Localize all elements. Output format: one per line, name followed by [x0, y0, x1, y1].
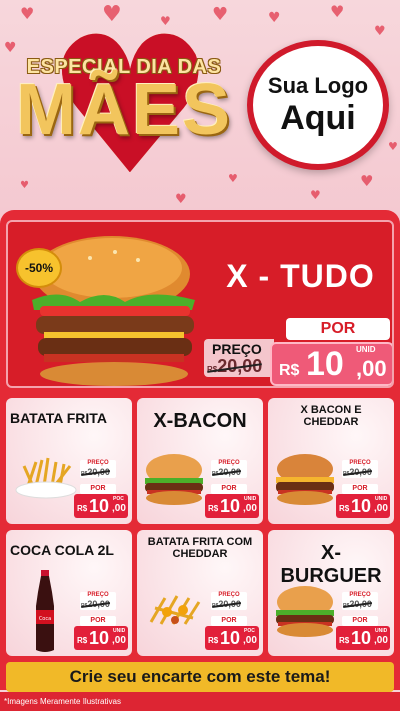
product-price: R$ 10 UNID ,00 — [74, 626, 128, 650]
currency: R$ — [339, 636, 350, 645]
price-decimal: ,00 — [243, 503, 257, 514]
product-price: R$ 10 UNID ,00 — [336, 626, 390, 650]
price-decimal: ,00 — [356, 356, 387, 381]
product-price: R$ 10 UNID ,00 — [205, 494, 259, 518]
price-integer: 10 — [220, 496, 241, 516]
currency: R$ — [208, 636, 219, 645]
price-integer: 10 — [351, 496, 372, 516]
old-price-label: PREÇO — [349, 460, 371, 466]
old-price: R$20,00 — [81, 599, 110, 609]
unit-label: POC — [113, 496, 124, 502]
price-integer: 10 — [351, 628, 372, 648]
old-price-box: PREÇO R$20,00 — [342, 460, 378, 478]
cta-banner: Crie seu encarte com este tema! — [6, 662, 394, 692]
price-integer: 10 — [89, 628, 110, 648]
unit-label: UNID — [244, 496, 257, 502]
product-image — [141, 452, 207, 511]
product-name: BATATA FRITA — [10, 410, 107, 426]
old-price: R$20,00 — [81, 467, 110, 477]
footer-disclaimer: *Imagens Meramente Ilustrativas — [0, 692, 400, 711]
product-image — [143, 588, 207, 637]
unit-label: POC — [244, 628, 255, 634]
old-price-box: PREÇO R$20,00 — [80, 460, 116, 478]
discount-badge: -50% — [16, 248, 62, 288]
featured-price: R$ 10 UNID ,00 — [270, 342, 392, 386]
price-decimal: ,00 — [112, 635, 126, 646]
product-card: X-BURGUER PREÇO R$20,00 POR R$ 10 UNID ,00 — [268, 530, 394, 656]
por-label: POR — [211, 484, 247, 494]
product-name: X BACON E CHEDDAR — [300, 404, 362, 428]
logo-placeholder: Sua Logo Aqui — [247, 40, 389, 170]
old-price-box: PREÇO R$20,00 — [211, 460, 247, 478]
price-integer: 10 — [306, 345, 344, 383]
product-name: COCA COLA 2L — [10, 542, 114, 558]
unit-label: UNID — [375, 496, 388, 502]
old-price-label: PREÇO — [349, 592, 371, 598]
old-price-label: PREÇO — [212, 341, 262, 357]
old-price-box: PREÇO R$20,00 — [80, 592, 116, 610]
por-label: POR — [80, 616, 116, 626]
product-card: BATATA FRITA COM CHEDDAR PREÇO R$20,00 POR R… — [137, 530, 263, 656]
price-integer: 10 — [89, 496, 110, 516]
currency: R$ — [339, 504, 350, 513]
old-price: R$20,00 — [212, 599, 241, 609]
product-image: Coca — [30, 570, 60, 656]
product-price: R$ 10 POC ,00 — [205, 626, 259, 650]
product-name: X-BURGUER — [280, 542, 382, 587]
por-label: POR — [342, 616, 378, 626]
product-name: BATATA FRITA COM CHEDDAR — [147, 536, 253, 560]
product-price: R$ 10 UNID ,00 — [336, 494, 390, 518]
product-card: X-BACON PREÇO R$20,00 POR R$ 10 UNID ,00 — [137, 398, 263, 524]
svg-text:Coca: Coca — [39, 616, 51, 622]
unit-label: UNID — [375, 628, 388, 634]
title-main: MÃES — [15, 70, 233, 150]
product-card: COCA COLA 2L Coca PREÇO R$20,00 POR R$ 10 UNID,… — [6, 530, 132, 656]
por-label: POR — [286, 318, 390, 340]
currency: R$ — [77, 504, 88, 513]
featured-name: X - TUDO — [226, 258, 375, 294]
old-price-label: PREÇO — [218, 460, 240, 466]
price-decimal: ,00 — [374, 503, 388, 514]
old-price-box: PREÇO R$20,00 — [211, 592, 247, 610]
old-price-label: PREÇO — [87, 592, 109, 598]
product-image — [272, 584, 338, 643]
unit-label: UNID — [113, 628, 126, 634]
logo-line2: Aqui — [280, 99, 356, 137]
price-integer: 10 — [220, 628, 241, 648]
currency: R$ — [208, 504, 219, 513]
price-decimal: ,00 — [374, 635, 388, 646]
product-image — [272, 452, 338, 511]
product-image — [12, 456, 82, 507]
old-price-box: PREÇO R$20,00 — [342, 592, 378, 610]
old-price: R$20,00 — [212, 467, 241, 477]
product-name: X-BACON — [153, 410, 247, 432]
unit-label: UNID — [356, 345, 376, 354]
por-label: POR — [342, 484, 378, 494]
logo-line1: Sua Logo — [267, 73, 369, 98]
old-price: R$20,00 — [343, 467, 372, 477]
old-price-label: PREÇO — [87, 460, 109, 466]
currency: R$ — [279, 362, 300, 379]
featured-offer: -50% X - TUDO PREÇO R$20,00 POR R$ 10 UN… — [6, 220, 394, 388]
por-label: POR — [80, 484, 116, 494]
product-price: R$ 10 POC ,00 — [74, 494, 128, 518]
por-label: POR — [211, 616, 247, 626]
price-decimal: ,00 — [112, 503, 126, 514]
currency: R$ — [77, 636, 88, 645]
product-card: BATATA FRITA PREÇO R$20,00 POR R$ 10 POC ,00 — [6, 398, 132, 524]
header: ♥ ESPECIAL DIA DAS MÃES Sua Logo Aqui — [0, 0, 400, 212]
old-price-box: PREÇO R$20,00 — [204, 339, 274, 377]
old-price: R$20,00 — [343, 599, 372, 609]
price-decimal: ,00 — [243, 635, 257, 646]
old-price-label: PREÇO — [218, 592, 240, 598]
product-card: X BACON E CHEDDAR PREÇO R$20,00 POR R$ 10 UNID… — [268, 398, 394, 524]
old-price: R$20,00 — [207, 356, 263, 376]
